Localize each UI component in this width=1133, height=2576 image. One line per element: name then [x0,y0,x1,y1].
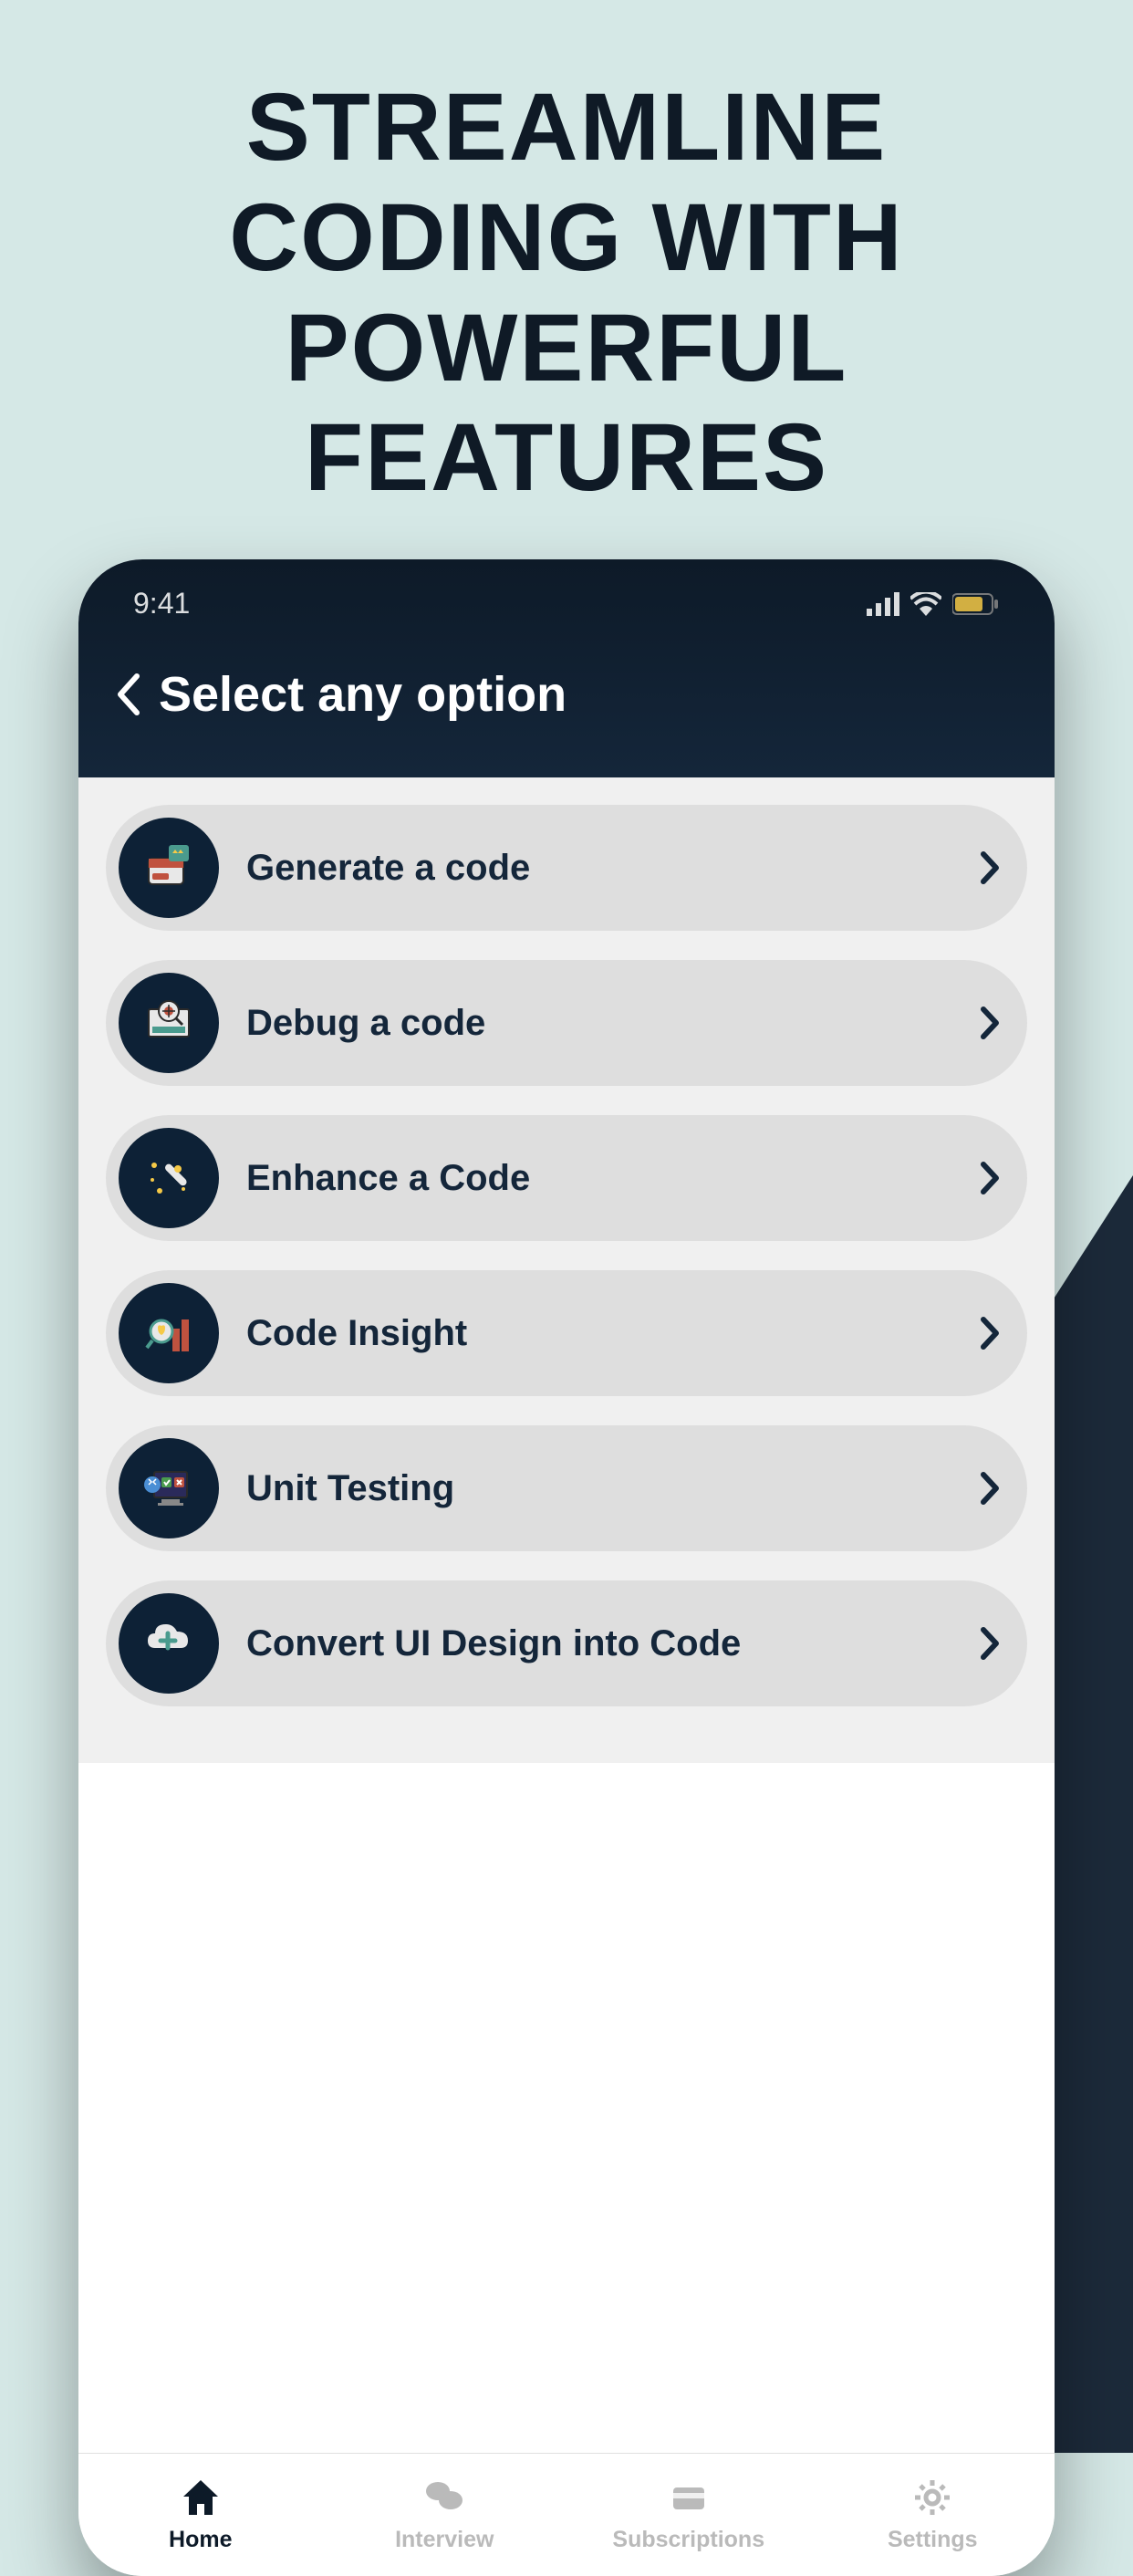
nav-label: Interview [395,2527,494,2553]
signal-icon [867,592,899,616]
nav-label: Settings [888,2527,978,2553]
phone-frame: 9:41 [78,559,1055,2576]
battery-icon [952,592,1000,616]
chevron-right-icon [980,1316,1000,1351]
convert-ui-icon [119,1593,219,1694]
chevron-right-icon [980,850,1000,885]
chevron-right-icon [980,1161,1000,1195]
nav-home[interactable]: Home [78,2472,323,2553]
option-label: Convert UI Design into Code [219,1623,980,1664]
back-button[interactable] [115,673,140,716]
nav-subscriptions[interactable]: Subscriptions [566,2472,811,2553]
nav-label: Home [169,2527,232,2553]
debug-code-icon [119,973,219,1073]
option-generate-code[interactable]: Generate a code [106,805,1027,931]
bottom-nav: Home Interview Subscriptions [78,2453,1055,2576]
option-label: Debug a code [219,1003,980,1044]
header-row: Select any option [115,666,1018,741]
chevron-right-icon [980,1006,1000,1040]
phone-header: 9:41 [78,559,1055,777]
nav-interview[interactable]: Interview [323,2472,567,2553]
enhance-code-icon [119,1128,219,1228]
options-list: Generate a code Debug a code [78,777,1055,1763]
chevron-right-icon [980,1626,1000,1661]
generate-code-icon [119,818,219,918]
option-convert-ui[interactable]: Convert UI Design into Code [106,1580,1027,1706]
status-bar: 9:41 [115,587,1018,666]
subscriptions-icon [663,2472,713,2522]
option-label: Code Insight [219,1313,980,1354]
code-insight-icon [119,1283,219,1383]
nav-settings[interactable]: Settings [811,2472,1055,2553]
marketing-headline: Streamline Coding with Powerful Features [0,0,1133,550]
option-enhance-code[interactable]: Enhance a Code [106,1115,1027,1241]
nav-label: Subscriptions [612,2527,764,2553]
home-icon [175,2472,225,2522]
option-label: Unit Testing [219,1468,980,1509]
option-label: Enhance a Code [219,1158,980,1199]
page-title: Select any option [159,666,566,723]
option-unit-testing[interactable]: Unit Testing [106,1425,1027,1551]
option-label: Generate a code [219,848,980,889]
wifi-icon [910,592,941,616]
unit-testing-icon [119,1438,219,1538]
chevron-right-icon [980,1471,1000,1506]
interview-icon [420,2472,470,2522]
settings-icon [908,2472,958,2522]
option-code-insight[interactable]: Code Insight [106,1270,1027,1396]
status-time: 9:41 [133,587,190,621]
option-debug-code[interactable]: Debug a code [106,960,1027,1086]
status-icons [867,592,1000,616]
